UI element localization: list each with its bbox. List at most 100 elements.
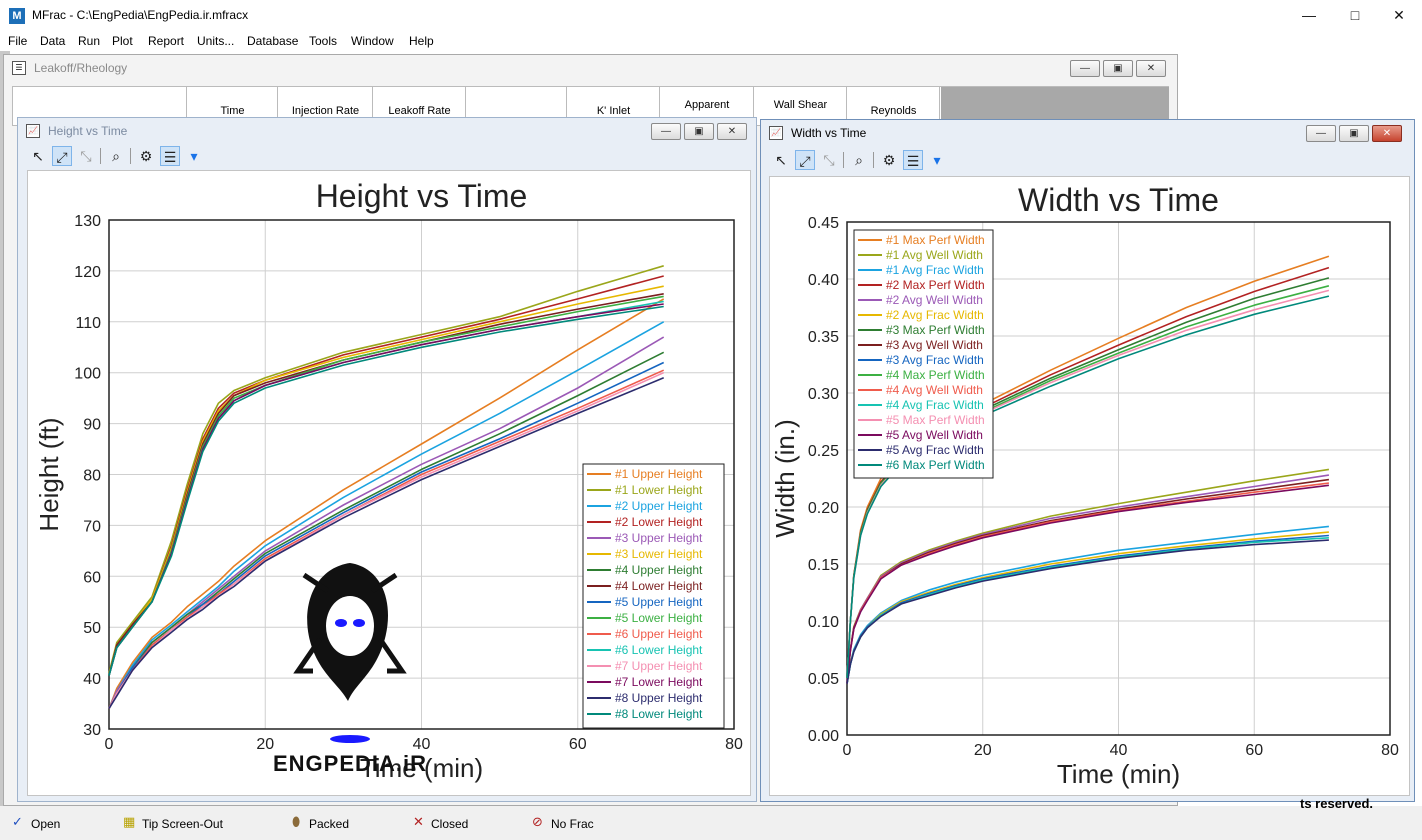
legend-entry: #3 Avg Well Width bbox=[886, 338, 983, 352]
x-tick-label: 0 bbox=[843, 742, 852, 759]
y-tick-label: 100 bbox=[74, 366, 101, 383]
menu-database[interactable]: Database bbox=[247, 34, 298, 48]
legend-entry: #6 Max Perf Width bbox=[886, 458, 985, 472]
width-window-title-bar[interactable]: 📈 Width vs Time — ▣ ✕ bbox=[761, 120, 1414, 146]
zoom-reset-tool-icon[interactable]: ⤡ bbox=[76, 146, 96, 166]
tip-screenout-icon: ▦ bbox=[123, 814, 136, 829]
legend-entry: #1 Upper Height bbox=[615, 467, 703, 481]
status-no-frac-label: No Frac bbox=[551, 817, 594, 831]
menu-data[interactable]: Data bbox=[40, 34, 65, 48]
y-tick-label: 0.35 bbox=[808, 329, 839, 346]
menu-help[interactable]: Help bbox=[409, 34, 434, 48]
toolbar-separator bbox=[130, 148, 131, 164]
pointer-tool-icon[interactable]: ↖ bbox=[771, 150, 791, 170]
menu-units[interactable]: Units... bbox=[197, 34, 234, 48]
menu-run[interactable]: Run bbox=[78, 34, 100, 48]
legend-entry: #1 Avg Well Width bbox=[886, 248, 983, 262]
settings-gear-icon[interactable]: ⚙ bbox=[136, 146, 156, 166]
y-tick-label: 0.10 bbox=[808, 614, 839, 631]
minimize-button[interactable]: — bbox=[1286, 0, 1332, 31]
legend-toggle-icon[interactable]: ☰ bbox=[160, 146, 180, 166]
logo-spider-eye bbox=[335, 619, 347, 627]
width-plot-area[interactable]: Width vs Time 0 20 40 60 80 0.00 0.05 0.10 0.15 0.… bbox=[769, 176, 1410, 796]
settings-gear-icon[interactable]: ⚙ bbox=[879, 150, 899, 170]
chart-title: Height vs Time bbox=[316, 178, 528, 214]
logo-spider-face bbox=[326, 596, 374, 656]
height-restore-button[interactable]: ▣ bbox=[684, 123, 714, 140]
series-line bbox=[108, 336, 665, 709]
magnify-tool-icon[interactable]: ⌕ bbox=[106, 146, 126, 166]
chart-window-icon: 📈 bbox=[769, 126, 783, 140]
width-close-button[interactable]: ✕ bbox=[1372, 125, 1402, 142]
legend-entry: #5 Upper Height bbox=[615, 595, 703, 609]
leakoff-title-bar[interactable]: ☰ Leakoff/Rheology — ▣ ✕ bbox=[4, 55, 1177, 81]
y-tick-label: 90 bbox=[83, 417, 101, 434]
series-line bbox=[108, 351, 665, 709]
legend-entry: #3 Max Perf Width bbox=[886, 323, 985, 337]
leakoff-restore-button[interactable]: ▣ bbox=[1103, 60, 1133, 77]
menu-tools[interactable]: Tools bbox=[309, 34, 337, 48]
menu-bar: File Data Run Plot Report Units... Datab… bbox=[0, 31, 1422, 51]
no-frac-icon: ⊘ bbox=[532, 814, 543, 829]
zoom-reset-tool-icon[interactable]: ⤡ bbox=[819, 150, 839, 170]
leakoff-minimize-button[interactable]: — bbox=[1070, 60, 1100, 77]
y-axis-label: Width (in.) bbox=[770, 419, 800, 537]
width-vs-time-chart: Width vs Time 0 20 40 60 80 0.00 0.05 0.10 0.15 0.… bbox=[770, 182, 1399, 789]
width-vs-time-window[interactable]: 📈 Width vs Time — ▣ ✕ ↖ ⤢ ⤡ ⌕ ⚙ ☰ ▾ Widt… bbox=[760, 119, 1415, 802]
close-button[interactable]: ✕ bbox=[1376, 0, 1422, 31]
height-window-title: Height vs Time bbox=[48, 124, 128, 138]
width-chart-toolbar: ↖ ⤢ ⤡ ⌕ ⚙ ☰ ▾ bbox=[769, 148, 1409, 172]
height-minimize-button[interactable]: — bbox=[651, 123, 681, 140]
series-line bbox=[846, 468, 1330, 684]
engpedia-watermark-logo: ENGPEDIA.iR bbox=[273, 563, 426, 776]
zoom-box-tool-icon[interactable]: ⤢ bbox=[795, 150, 815, 170]
width-restore-button[interactable]: ▣ bbox=[1339, 125, 1369, 142]
series-line bbox=[108, 377, 665, 710]
y-tick-label: 0.00 bbox=[808, 728, 839, 745]
marker-pin-icon[interactable]: ▾ bbox=[184, 146, 204, 166]
legend-toggle-icon[interactable]: ☰ bbox=[903, 150, 923, 170]
y-axis-label: Height (ft) bbox=[34, 417, 64, 531]
series-line bbox=[846, 525, 1329, 684]
height-chart-toolbar: ↖ ⤢ ⤡ ⌕ ⚙ ☰ ▾ bbox=[26, 144, 746, 168]
marker-pin-icon[interactable]: ▾ bbox=[927, 150, 947, 170]
legend-entry: #6 Upper Height bbox=[615, 627, 703, 641]
y-tick-label: 0.30 bbox=[808, 386, 839, 403]
height-plot-area[interactable]: Height vs Time 0 20 40 60 80 30 40 50 60 70 80 90 100… bbox=[27, 170, 751, 796]
pointer-tool-icon[interactable]: ↖ bbox=[28, 146, 48, 166]
magnify-tool-icon[interactable]: ⌕ bbox=[849, 150, 869, 170]
menu-plot[interactable]: Plot bbox=[112, 34, 133, 48]
height-window-title-bar[interactable]: 📈 Height vs Time — ▣ ✕ bbox=[18, 118, 756, 144]
series-line bbox=[846, 478, 1330, 684]
x-tick-label: 80 bbox=[725, 736, 743, 753]
status-closed-label: Closed bbox=[431, 817, 469, 831]
width-window-title: Width vs Time bbox=[791, 126, 867, 140]
check-icon: ✓ bbox=[12, 814, 23, 829]
menu-report[interactable]: Report bbox=[148, 34, 184, 48]
y-tick-label: 0.05 bbox=[808, 671, 839, 688]
x-tick-label: 60 bbox=[1245, 742, 1263, 759]
height-vs-time-window[interactable]: 📈 Height vs Time — ▣ ✕ ↖ ⤢ ⤡ ⌕ ⚙ ☰ ▾ Hei… bbox=[17, 117, 757, 802]
menu-window[interactable]: Window bbox=[351, 34, 394, 48]
copyright-text: ts reserved. bbox=[1300, 796, 1373, 811]
zoom-box-tool-icon[interactable]: ⤢ bbox=[52, 146, 72, 166]
y-tick-label: 130 bbox=[74, 213, 101, 230]
legend-entry: #5 Avg Frac Width bbox=[886, 443, 984, 457]
legend-entry: #1 Avg Frac Width bbox=[886, 263, 984, 277]
leakoff-close-button[interactable]: ✕ bbox=[1136, 60, 1166, 77]
chart-title: Width vs Time bbox=[1018, 182, 1219, 218]
y-tick-label: 0.25 bbox=[808, 443, 839, 460]
packed-icon: ⬮ bbox=[292, 814, 301, 829]
width-minimize-button[interactable]: — bbox=[1306, 125, 1336, 142]
legend-entry: #7 Upper Height bbox=[615, 659, 703, 673]
status-open-label: Open bbox=[31, 817, 61, 831]
height-close-button[interactable]: ✕ bbox=[717, 123, 747, 140]
legend-entry: #5 Lower Height bbox=[615, 611, 703, 625]
legend-entry: #2 Upper Height bbox=[615, 499, 703, 513]
y-tick-label: 120 bbox=[74, 264, 101, 281]
x-tick-label: 60 bbox=[569, 736, 587, 753]
menu-file[interactable]: File bbox=[8, 34, 27, 48]
legend-entry: #1 Lower Height bbox=[615, 483, 703, 497]
maximize-button[interactable]: □ bbox=[1332, 0, 1378, 31]
legend-entry: #2 Lower Height bbox=[615, 515, 703, 529]
